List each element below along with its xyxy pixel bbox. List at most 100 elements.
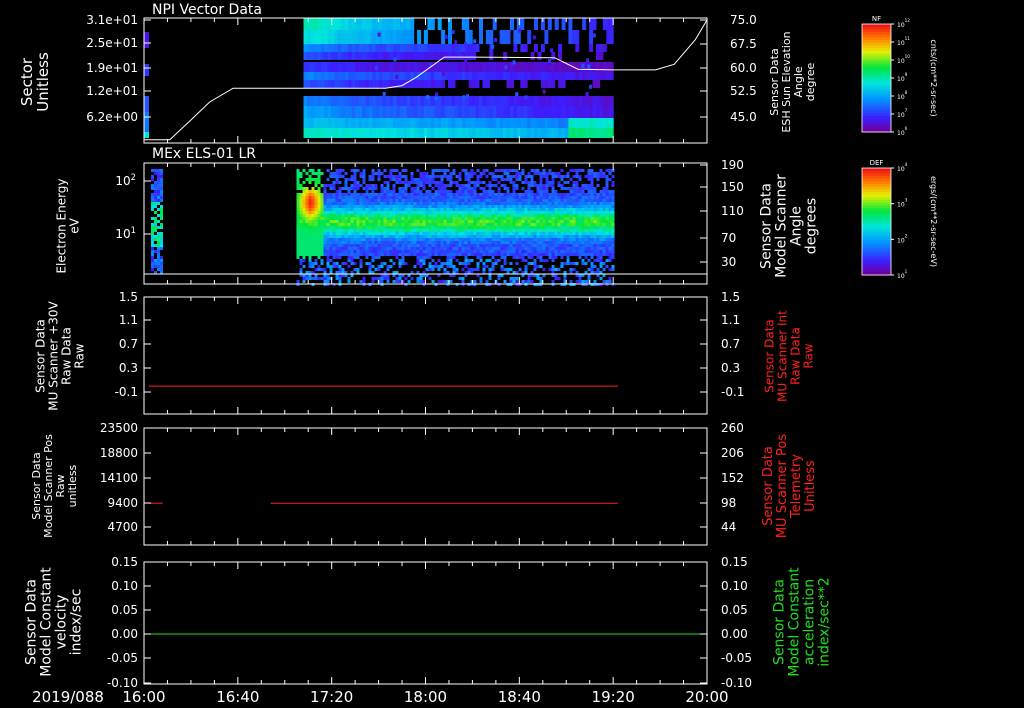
els-spectrogram-cell <box>566 247 570 250</box>
els-spectrogram-cell <box>581 244 585 247</box>
els-spectrogram-cell <box>365 262 369 265</box>
els-spectrogram-cell <box>458 220 462 223</box>
els-spectrogram-cell <box>488 220 492 223</box>
els-spectrogram-cell <box>476 223 480 226</box>
els-spectrogram-cell <box>578 241 582 244</box>
els-spectrogram-cell <box>344 232 348 235</box>
els-spectrogram-cell <box>590 250 594 253</box>
els-spectrogram-cell <box>524 181 528 184</box>
els-spectrogram-cell <box>314 235 318 238</box>
els-spectrogram-cell <box>356 181 360 184</box>
els-spectrogram-cell <box>596 217 600 220</box>
els-spectrogram-cell <box>380 196 384 199</box>
els-spectrogram-cell <box>500 202 504 205</box>
els-spectrogram-cell <box>407 253 411 256</box>
els-spectrogram-cell <box>572 184 576 187</box>
els-spectrogram-cell <box>464 247 468 250</box>
els-spectrogram-cell <box>515 196 519 199</box>
els-spectrogram-cell <box>479 223 483 226</box>
els-spectrogram-cell <box>151 238 154 241</box>
np-spectrogram-cell <box>406 52 411 60</box>
els-spectrogram-cell <box>371 256 375 259</box>
els-spectrogram-cell <box>569 235 573 238</box>
els-spectrogram-cell <box>353 208 357 211</box>
np-spectrogram-cell <box>534 106 538 118</box>
els-spectrogram-cell <box>569 280 573 283</box>
els-spectrogram-cell <box>350 214 354 217</box>
np-spectrogram-cell <box>489 118 494 128</box>
els-spectrogram-cell <box>443 262 447 265</box>
els-spectrogram-cell <box>542 232 546 235</box>
els-spectrogram-cell <box>431 241 435 244</box>
els-spectrogram-cell <box>596 259 600 262</box>
els-spectrogram-cell <box>551 220 555 223</box>
np-spectrogram-cell <box>475 118 480 128</box>
els-spectrogram-cell <box>416 241 420 244</box>
els-spectrogram-cell <box>389 232 393 235</box>
els-spectrogram-cell <box>473 211 477 214</box>
els-spectrogram-cell <box>590 262 594 265</box>
els-spectrogram-cell <box>479 235 483 238</box>
els-spectrogram-cell <box>458 277 462 280</box>
els-spectrogram-cell <box>485 223 489 226</box>
els-spectrogram-cell <box>431 172 435 175</box>
els-spectrogram-cell <box>494 253 498 256</box>
els-spectrogram-cell <box>380 229 384 232</box>
els-spectrogram-cell <box>509 226 513 229</box>
els-spectrogram-cell <box>566 256 570 259</box>
els-spectrogram-cell <box>389 244 393 247</box>
els-spectrogram-cell <box>524 238 528 241</box>
els-spectrogram-cell <box>464 262 468 265</box>
els-spectrogram-cell <box>554 244 558 247</box>
els-spectrogram-cell <box>374 238 378 241</box>
els-spectrogram-cell <box>527 217 531 220</box>
els-spectrogram-cell <box>509 229 513 232</box>
els-spectrogram-cell <box>563 232 567 235</box>
els-spectrogram-cell <box>437 250 441 253</box>
els-spectrogram-cell <box>344 187 348 190</box>
els-spectrogram-cell <box>500 175 504 178</box>
els-spectrogram-cell <box>302 220 306 223</box>
els-spectrogram-cell <box>419 172 423 175</box>
els-spectrogram-cell <box>587 187 591 190</box>
np-spectrogram-cell <box>458 106 463 118</box>
y-tick-label-left: 0.3 <box>119 361 138 375</box>
els-spectrogram-cell <box>302 244 306 247</box>
np-spectrogram-cell <box>317 72 322 80</box>
els-spectrogram-cell <box>338 169 342 172</box>
els-spectrogram-cell <box>389 175 393 178</box>
els-spectrogram-cell <box>299 220 303 223</box>
els-spectrogram-cell <box>380 187 384 190</box>
els-spectrogram-cell <box>368 199 372 202</box>
els-spectrogram-cell <box>311 235 315 238</box>
els-spectrogram-cell <box>434 226 438 229</box>
els-spectrogram-cell <box>533 220 537 223</box>
els-spectrogram-cell <box>602 241 606 244</box>
els-spectrogram-cell <box>542 247 546 250</box>
els-spectrogram-cell <box>485 280 489 283</box>
np-strip-cell <box>144 96 149 112</box>
els-spectrogram-cell <box>419 175 423 178</box>
els-spectrogram-cell <box>368 226 372 229</box>
els-spectrogram-cell <box>296 247 300 250</box>
els-spectrogram-cell <box>530 208 534 211</box>
els-spectrogram-cell <box>503 184 507 187</box>
els-spectrogram-cell <box>494 229 498 232</box>
els-spectrogram-cell <box>509 178 513 181</box>
els-spectrogram-cell <box>452 217 456 220</box>
els-spectrogram-cell <box>428 199 432 202</box>
np-spectrogram-cell <box>602 96 607 106</box>
els-spectrogram-cell <box>157 169 160 172</box>
els-spectrogram-cell <box>344 217 348 220</box>
axis-label: MU Scanner Int <box>776 310 790 402</box>
els-spectrogram-cell <box>389 208 393 211</box>
els-spectrogram-cell <box>473 193 477 196</box>
els-spectrogram-cell <box>587 250 591 253</box>
els-spectrogram-cell <box>395 202 399 205</box>
els-spectrogram-cell <box>365 205 369 208</box>
els-spectrogram-cell <box>500 244 504 247</box>
els-spectrogram-cell <box>473 220 477 223</box>
els-spectrogram-cell <box>572 238 576 241</box>
els-spectrogram-cell <box>527 256 531 259</box>
els-spectrogram-cell <box>611 220 615 223</box>
